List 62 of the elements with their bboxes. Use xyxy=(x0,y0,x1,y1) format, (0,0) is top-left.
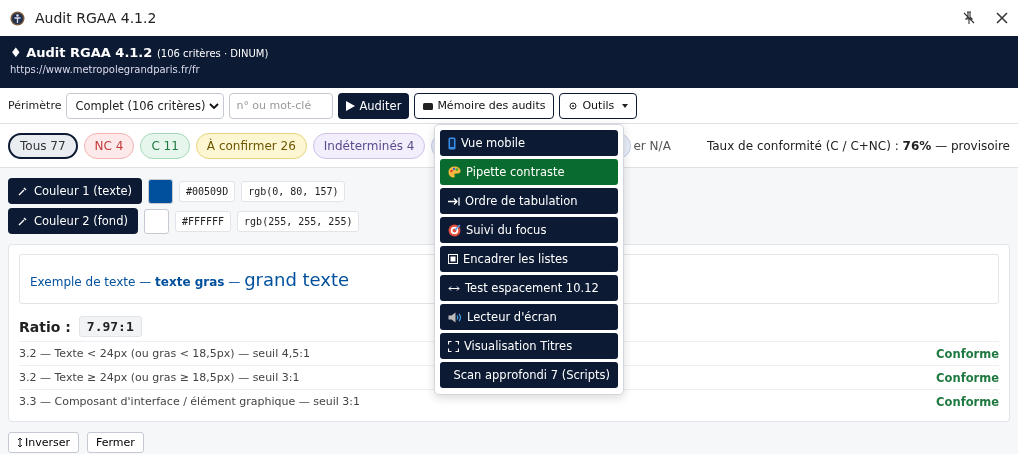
palette-icon xyxy=(448,166,461,178)
ratio-label: Ratio : xyxy=(19,318,71,335)
app-logo-icon xyxy=(10,10,25,26)
conformity-rate: Taux de conformité (C / C+NC) : 76% — provisoire xyxy=(706,138,1010,153)
color-picker-button[interactable]: Couleur 2 (fond) xyxy=(8,208,138,234)
criterion-result: Conforme xyxy=(936,370,999,385)
criterion-result: Conforme xyxy=(936,394,999,409)
menu-item[interactable]: Ordre de tabulation xyxy=(440,188,618,214)
menu-item[interactable]: Vue mobile xyxy=(440,130,618,156)
filter-chip[interactable]: C 11 xyxy=(140,132,190,159)
caret-icon xyxy=(622,103,629,108)
criterion-label: 3.3 — Composant d'interface / élément graphique — seuil 3:1 xyxy=(19,395,360,408)
filter-chip[interactable]: Tous 77 xyxy=(8,132,78,159)
hex-value: #00509D xyxy=(179,180,236,202)
menu-item[interactable]: Lecteur d'écran xyxy=(440,304,618,330)
scope-select[interactable]: Complet (106 critères) xyxy=(66,92,225,119)
footer-button[interactable]: Fermer xyxy=(87,432,144,453)
color-swatch[interactable] xyxy=(143,208,169,234)
unpin-icon[interactable] xyxy=(962,11,976,25)
menu-item[interactable]: Visualisation Titres xyxy=(440,333,618,359)
rgb-value: rgb(0, 80, 157) xyxy=(241,180,346,202)
audit-memory-button[interactable]: Mémoire des audits xyxy=(414,92,555,119)
criterion-label: 3.2 — Texte ≥ 24px (ou gras ≥ 18,5px) — seuil 3:1 xyxy=(19,371,300,384)
target-icon xyxy=(448,223,461,237)
chevron-icon xyxy=(209,102,220,109)
color-swatch[interactable] xyxy=(148,178,173,204)
header-title: ♦ Audit RGAA 4.1.2 (106 critères · DINUM) xyxy=(10,45,270,60)
eyedropper-icon xyxy=(18,216,28,226)
criterion-result: Conforme xyxy=(936,346,999,361)
criterion-label: 3.2 — Texte < 24px (ou gras < 18,5px) — seuil 4,5:1 xyxy=(19,347,310,360)
site-url: https://www.metropolegrandparis.fr/fr xyxy=(10,64,201,75)
filter-chip[interactable]: NC 4 xyxy=(83,132,135,159)
menu-item[interactable]: Suivi du focus xyxy=(440,217,618,243)
gear-icon xyxy=(568,100,579,111)
menu-item[interactable]: Pipette contraste xyxy=(440,159,618,185)
box-icon xyxy=(423,101,434,110)
menu-item[interactable]: Scan approfondi 7 (Scripts) xyxy=(440,362,618,388)
menu-item[interactable]: Encadrer les listes xyxy=(440,246,618,272)
close-icon[interactable] xyxy=(996,12,1008,24)
filter-chip[interactable]: Indéterminés 4 xyxy=(312,132,426,159)
play-icon xyxy=(346,100,356,111)
filter-chip[interactable]: À confirmer 26 xyxy=(195,132,307,159)
color-picker-button[interactable]: Couleur 1 (texte) xyxy=(8,178,142,204)
scope-label: Périmètre xyxy=(8,99,62,112)
phone-icon xyxy=(448,136,456,150)
tab-arrow-icon xyxy=(448,196,460,206)
eyedropper-icon xyxy=(18,186,28,196)
tools-button[interactable]: Outils xyxy=(559,92,638,119)
search-field[interactable]: n° ou mot-clé xyxy=(229,92,334,119)
filter-option-label: er N/A xyxy=(633,138,671,153)
double-arrow-icon xyxy=(448,284,460,292)
audit-button[interactable]: Auditer xyxy=(338,92,410,119)
corners-icon xyxy=(448,340,459,352)
menu-item[interactable]: Test espacement 10.12 xyxy=(440,275,618,301)
footer-button[interactable]: Inverser xyxy=(8,432,80,453)
hex-value: #FFFFFF xyxy=(174,210,232,232)
window-title: Audit RGAA 4.1.2 xyxy=(35,10,158,26)
frame-icon xyxy=(448,254,458,264)
rgb-value: rgb(255, 255, 255) xyxy=(237,210,360,232)
speaker-icon xyxy=(448,311,462,323)
ratio-value: 7.97:1 xyxy=(78,316,142,337)
up-down-arrow-icon xyxy=(17,437,23,448)
